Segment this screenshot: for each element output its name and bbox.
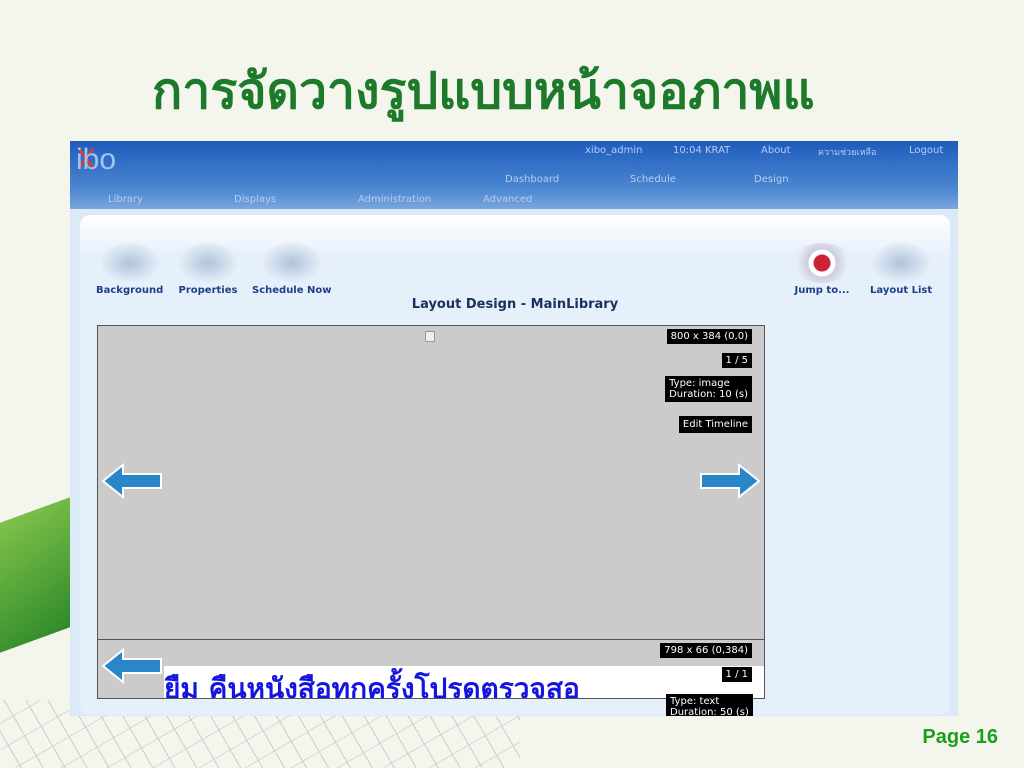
jump-to-button[interactable]: Jump to...	[792, 243, 852, 296]
xibo-app-window: Xibo xibo_admin 10:04 KRAT About ความช่ว…	[70, 141, 958, 716]
nav-schedule[interactable]: Schedule	[630, 174, 676, 185]
logout-link[interactable]: Logout	[909, 145, 943, 156]
properties-button[interactable]: Properties	[178, 243, 238, 296]
schedule-now-button[interactable]: Schedule Now	[252, 243, 331, 296]
broken-image-icon	[425, 331, 435, 342]
nav-dashboard[interactable]: Dashboard	[505, 174, 559, 185]
broadcast-icon	[261, 243, 322, 283]
nav-library[interactable]: Library	[108, 194, 143, 205]
next-arrow-icon[interactable]	[699, 463, 761, 499]
slide-title: การจัดวางรูปแบบหน้าจอภาพแ	[152, 62, 815, 120]
nav-administration[interactable]: Administration	[358, 194, 431, 205]
region-main[interactable]: 800 x 384 (0,0) 1 / 5 Type: image Duratio…	[97, 325, 765, 640]
media-info: Type: image Duration: 10 (s)	[665, 376, 752, 402]
username: xibo_admin	[585, 145, 643, 156]
region-size: 800 x 384 (0,0)	[666, 329, 752, 344]
nav-design[interactable]: Design	[754, 174, 789, 185]
nav-displays[interactable]: Displays	[234, 194, 276, 205]
media-info: Type: text Duration: 50 (s)	[666, 694, 753, 716]
layout-title: Layout Design - MainLibrary	[411, 297, 619, 312]
region-ticker[interactable]: ยืม คืนหนังสือทุกครั้งโปรดตรวจสอ 798 x 6…	[97, 639, 765, 699]
nav-advanced[interactable]: Advanced	[483, 194, 532, 205]
page-number: Page 16	[922, 726, 998, 748]
presentation-board-icon	[871, 243, 932, 283]
previous-arrow-icon[interactable]	[101, 648, 163, 684]
clock: 10:04 KRAT	[673, 145, 731, 156]
layout-list-button[interactable]: Layout List	[870, 243, 932, 296]
media-index: 1 / 1	[721, 667, 752, 682]
edit-timeline-button[interactable]: Edit Timeline	[678, 416, 752, 433]
media-index: 1 / 5	[721, 353, 752, 368]
jump-arrow-icon	[792, 243, 852, 283]
background-icon	[99, 243, 160, 283]
help-link[interactable]: ความช่วยเหลือ	[818, 145, 876, 159]
properties-icon	[178, 243, 238, 283]
region-size: 798 x 66 (0,384)	[660, 643, 752, 658]
decorative-pencil	[0, 497, 70, 653]
layout-panel: Background Properties Schedule Now Jump …	[80, 215, 950, 716]
previous-arrow-icon[interactable]	[101, 463, 163, 499]
about-link[interactable]: About	[761, 145, 791, 156]
app-header: Xibo xibo_admin 10:04 KRAT About ความช่ว…	[70, 141, 958, 209]
background-button[interactable]: Background	[96, 243, 163, 296]
